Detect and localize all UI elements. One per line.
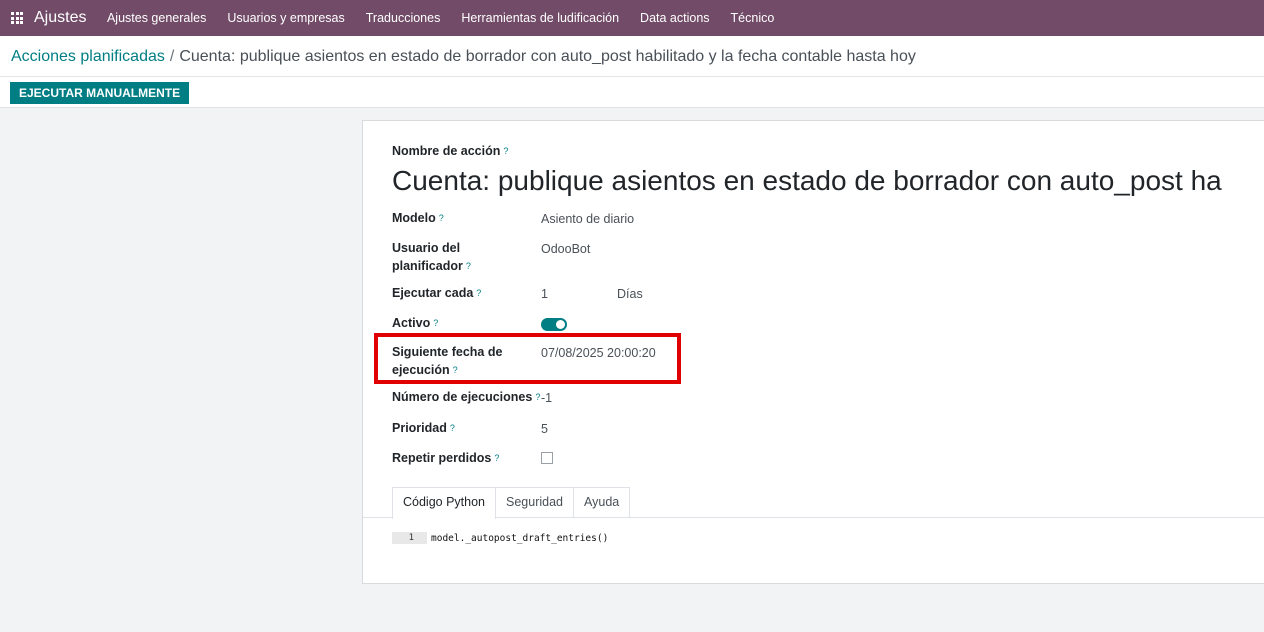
user-value[interactable]: OdooBot: [541, 240, 590, 258]
app-name[interactable]: Ajustes: [34, 9, 86, 27]
breadcrumb: Acciones planificadas / Cuenta: publique a…: [11, 48, 916, 66]
tab-ayuda[interactable]: Ayuda: [573, 487, 631, 518]
help-icon[interactable]: ?: [476, 288, 481, 298]
breadcrumb-separator: /: [169, 48, 175, 65]
apps-menu-icon[interactable]: [4, 0, 30, 36]
model-label-text: Modelo: [392, 211, 436, 225]
numbercall-value[interactable]: -1: [541, 389, 552, 407]
help-icon[interactable]: ?: [453, 365, 458, 375]
help-icon[interactable]: ?: [450, 423, 455, 433]
interval-unit-select[interactable]: Días: [617, 285, 643, 303]
model-value[interactable]: Asiento de diario: [541, 210, 634, 228]
notebook-tabs: Código Python Seguridad Ayuda: [392, 487, 631, 519]
help-icon[interactable]: ?: [535, 392, 540, 402]
numbercall-label: Número de ejecuciones?: [392, 388, 540, 406]
numbercall-label-text: Número de ejecuciones: [392, 390, 533, 404]
menu-herramientas-ludificacion[interactable]: Herramientas de ludificación: [451, 0, 630, 36]
code-editor[interactable]: 1 model._autopost_draft_entries(): [392, 531, 608, 545]
form-sheet: Nombre de acción? Cuenta: publique asien…: [362, 120, 1264, 584]
help-icon[interactable]: ?: [439, 213, 444, 223]
menu-tecnico[interactable]: Técnico: [720, 0, 785, 36]
help-icon[interactable]: ?: [433, 318, 438, 328]
doall-label-text: Repetir perdidos: [392, 451, 492, 465]
action-name-label: Nombre de acción?: [392, 142, 508, 160]
toggle-knob: [556, 320, 565, 329]
priority-label: Prioridad?: [392, 419, 455, 437]
menu-usuarios-empresas[interactable]: Usuarios y empresas: [217, 0, 355, 36]
help-icon[interactable]: ?: [494, 453, 499, 463]
help-icon[interactable]: ?: [503, 146, 508, 156]
breadcrumb-parent-link[interactable]: Acciones planificadas: [11, 48, 165, 65]
tab-codigo-python[interactable]: Código Python: [392, 487, 497, 519]
nextcall-label: Siguiente fecha de ejecución?: [392, 343, 502, 379]
active-label: Activo?: [392, 314, 438, 332]
nextcall-value[interactable]: 07/08/2025 20:00:20: [541, 344, 656, 362]
help-icon[interactable]: ?: [466, 261, 471, 271]
priority-label-text: Prioridad: [392, 421, 447, 435]
doall-checkbox[interactable]: [541, 452, 553, 464]
active-toggle[interactable]: [541, 318, 567, 331]
menu-ajustes-generales[interactable]: Ajustes generales: [96, 0, 216, 36]
menu-data-actions[interactable]: Data actions: [630, 0, 720, 36]
model-label: Modelo?: [392, 209, 444, 227]
tabs-divider: [363, 517, 1264, 518]
line-number-gutter: 1: [392, 532, 427, 544]
active-label-text: Activo: [392, 316, 431, 330]
action-name-value[interactable]: Cuenta: publique asientos en estado de b…: [392, 164, 1222, 198]
run-manually-button[interactable]: EJECUTAR MANUALMENTE: [10, 82, 190, 104]
nextcall-label-line2: ejecución: [392, 363, 450, 377]
control-panel: Acciones planificadas / Cuenta: publique a…: [0, 36, 1264, 108]
breadcrumb-current: Cuenta: publique asientos en estado de b…: [179, 48, 916, 65]
top-navbar: Ajustes Ajustes generales Usuarios y emp…: [0, 0, 1264, 36]
user-label-line2: planificador: [392, 259, 463, 273]
interval-number-input[interactable]: 1: [541, 285, 548, 303]
interval-label-text: Ejecutar cada: [392, 286, 474, 300]
action-name-label-text: Nombre de acción: [392, 144, 501, 158]
tab-seguridad[interactable]: Seguridad: [495, 487, 575, 518]
menu-traducciones[interactable]: Traducciones: [355, 0, 451, 36]
control-divider: [0, 76, 1264, 77]
priority-value[interactable]: 5: [541, 420, 548, 438]
interval-label: Ejecutar cada?: [392, 284, 481, 302]
doall-label: Repetir perdidos?: [392, 449, 499, 467]
user-label: Usuario del planificador?: [392, 239, 471, 275]
user-label-line1: Usuario del: [392, 241, 461, 255]
code-line[interactable]: model._autopost_draft_entries(): [431, 533, 608, 544]
nextcall-label-line1: Siguiente fecha de: [392, 345, 503, 359]
